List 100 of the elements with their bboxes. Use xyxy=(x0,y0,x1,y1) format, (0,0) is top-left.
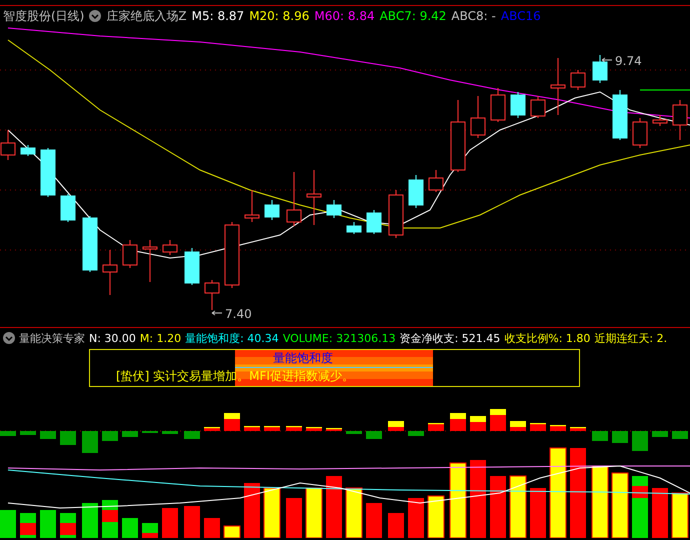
dropdown-icon[interactable] xyxy=(3,332,15,344)
candlestick xyxy=(346,222,362,234)
legend-value: 资金净收支: 521.45 xyxy=(400,330,500,346)
indicator-bar xyxy=(60,431,76,445)
indicator-bar xyxy=(162,431,178,434)
indicator-bar xyxy=(428,423,444,431)
legend-value: ABC7: 9.42 xyxy=(380,9,446,23)
volume-bar xyxy=(490,476,506,538)
indicator-bar xyxy=(450,413,466,431)
volume-bar xyxy=(306,488,322,538)
candlestick xyxy=(530,96,546,118)
indicator-bar xyxy=(672,431,688,439)
volume-bar xyxy=(672,492,688,538)
legend-value: 收支比例%: 1.80 xyxy=(504,330,590,346)
legend-value: M: 1.20 xyxy=(140,332,182,344)
volume-bar xyxy=(184,506,200,538)
volume-bar xyxy=(102,500,118,538)
candlestick xyxy=(122,240,138,268)
candlestick xyxy=(428,170,444,192)
indicator-bar xyxy=(490,409,506,431)
volume-bar xyxy=(530,488,546,538)
volume-bar xyxy=(162,508,178,538)
indicator-bar xyxy=(306,427,322,431)
legend-value: 近期连红天: 2. xyxy=(594,330,668,346)
volume-bar xyxy=(224,526,240,538)
indicator-bar xyxy=(40,431,56,439)
volume-bar xyxy=(20,513,36,538)
dropdown-icon[interactable] xyxy=(89,10,102,22)
indicator-bar xyxy=(550,425,566,431)
indicator-bar xyxy=(530,423,546,431)
indicator-bar xyxy=(0,431,16,436)
indicator-bar xyxy=(652,431,668,437)
indicator-bar xyxy=(470,416,486,431)
volume-bar xyxy=(142,523,158,538)
volume-bar xyxy=(428,496,444,538)
candlestick xyxy=(224,222,240,288)
indicator-bar xyxy=(632,431,648,451)
candlestick xyxy=(286,172,302,226)
legend-value: ABC8: - xyxy=(451,9,496,23)
legend-value: N: 30.00 xyxy=(89,332,136,344)
indicator-name: 量能决策专家 xyxy=(19,330,85,346)
volume-bar xyxy=(510,476,526,538)
volume-bar xyxy=(366,503,382,538)
arrow-icon xyxy=(212,310,222,316)
indicator-bar xyxy=(388,421,404,431)
indicator-bar xyxy=(286,426,302,431)
high-price-label: 9.74 xyxy=(615,54,642,68)
indicator-bar xyxy=(326,428,342,431)
indicator-bar xyxy=(612,431,628,443)
volume-bar xyxy=(346,488,362,538)
candlestick xyxy=(570,70,586,90)
low-price-label: 7.40 xyxy=(225,307,252,321)
candlestick xyxy=(632,118,648,148)
legend-value: 量能饱和度: 40.34 xyxy=(185,330,279,346)
candlestick xyxy=(142,240,158,282)
indicator-bar xyxy=(346,431,362,434)
candlestick xyxy=(612,90,628,140)
legend-value: VOLUME: 321306.13 xyxy=(282,332,396,344)
candlestick xyxy=(184,248,200,286)
panel-title: 量能饱和度 xyxy=(273,350,333,367)
volume-bar xyxy=(0,510,16,538)
candlestick xyxy=(470,96,486,138)
candlestick xyxy=(592,54,608,84)
volume-bar xyxy=(60,513,76,538)
candlestick xyxy=(408,174,424,208)
volume-bar xyxy=(326,476,342,538)
indicator-bar xyxy=(510,421,526,431)
indicator-bar xyxy=(142,431,158,433)
candlestick xyxy=(82,216,98,272)
candlestick xyxy=(264,200,280,220)
candlestick xyxy=(20,144,36,156)
volume-bar xyxy=(632,476,648,538)
indicator-bar xyxy=(204,427,220,431)
volume-bar xyxy=(652,488,668,538)
volume-bar xyxy=(122,518,138,538)
indicator-bar xyxy=(122,431,138,437)
volume-bar xyxy=(286,498,302,538)
stock-title: 智度股份(日线) xyxy=(3,8,84,24)
indicator-bar xyxy=(592,431,608,441)
candlestick xyxy=(366,210,382,234)
volume-bar xyxy=(388,513,404,538)
volume-bar xyxy=(612,472,628,538)
volume-bar xyxy=(408,498,424,538)
indicator-bar xyxy=(366,431,382,439)
candlestick xyxy=(326,200,342,218)
volume-bar xyxy=(244,483,260,538)
candlestick xyxy=(672,100,688,140)
legend-value: M5: 8.87 xyxy=(192,9,244,23)
candlestick xyxy=(510,92,526,118)
indicator-bar xyxy=(20,431,36,435)
candlestick xyxy=(162,240,178,256)
candlestick xyxy=(244,190,260,222)
indicator-bar xyxy=(264,426,280,431)
candlestick xyxy=(204,280,220,310)
volume-bar xyxy=(40,510,56,538)
indicator-bar xyxy=(82,431,98,453)
legend-value: M60: 8.84 xyxy=(314,9,375,23)
indicator-bar xyxy=(102,431,118,441)
indicator-bar xyxy=(224,413,240,431)
legend-value: M20: 8.96 xyxy=(249,9,310,23)
